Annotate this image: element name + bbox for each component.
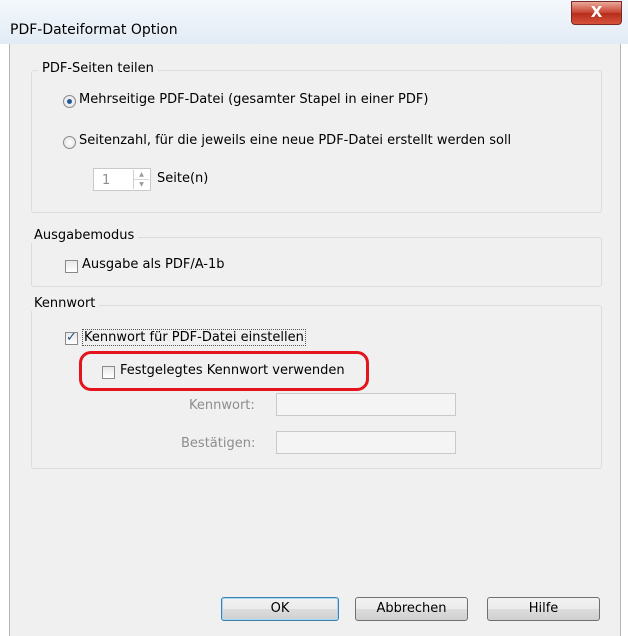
pdfa-checkbox-label[interactable]: Ausgabe als PDF/A-1b: [82, 257, 225, 272]
password-field-label: Kennwort:: [189, 398, 255, 413]
set-password-checkbox[interactable]: [65, 330, 78, 345]
highlight-annotation: [79, 351, 369, 391]
title-bar: PDF-Dateiformat Option X: [0, 0, 628, 44]
output-mode-legend: Ausgabemodus: [30, 228, 139, 243]
output-mode-group: Ausgabemodus Ausgabe als PDF/A-1b: [30, 228, 602, 287]
stepper-up-icon[interactable]: ▲: [134, 170, 149, 180]
pages-count-value: 1: [102, 173, 111, 188]
ok-button[interactable]: OK: [221, 597, 339, 621]
pdf-format-option-dialog: PDF-Dateiformat Option X PDF-Seiten teil…: [0, 0, 628, 636]
radio-pages-per-pdf-label[interactable]: Seitenzahl, für die jeweils eine neue PD…: [79, 133, 511, 148]
dialog-client-area: PDF-Seiten teilen Mehrseitige PDF-Datei …: [9, 44, 621, 636]
set-password-checkbox-label[interactable]: Kennwort für PDF-Datei einstellen: [82, 329, 306, 346]
pages-count-stepper[interactable]: 1 ▲ ▼: [93, 168, 151, 191]
radio-pages-per-pdf[interactable]: [63, 136, 76, 149]
password-legend: Kennwort: [30, 296, 100, 311]
window-title: PDF-Dateiformat Option: [10, 22, 178, 38]
stepper-down-icon[interactable]: ▼: [134, 180, 149, 189]
radio-multi-page-pdf-label[interactable]: Mehrseitige PDF-Datei (gesamter Stapel i…: [79, 92, 428, 107]
close-icon: X: [590, 3, 603, 21]
cancel-button[interactable]: Abbrechen: [355, 597, 468, 621]
pdfa-checkbox[interactable]: [65, 260, 78, 273]
close-button[interactable]: X: [571, 1, 622, 25]
radio-multi-page-pdf[interactable]: [63, 95, 76, 108]
password-field[interactable]: [276, 393, 456, 416]
help-button[interactable]: Hilfe: [487, 597, 600, 621]
confirm-password-field[interactable]: [276, 431, 456, 454]
split-pages-legend: PDF-Seiten teilen: [38, 61, 158, 76]
split-pages-group: PDF-Seiten teilen Mehrseitige PDF-Datei …: [31, 61, 602, 213]
stepper-buttons: ▲ ▼: [133, 170, 149, 189]
confirm-password-field-label: Bestätigen:: [181, 436, 256, 451]
pages-unit-label: Seite(n): [157, 171, 209, 186]
